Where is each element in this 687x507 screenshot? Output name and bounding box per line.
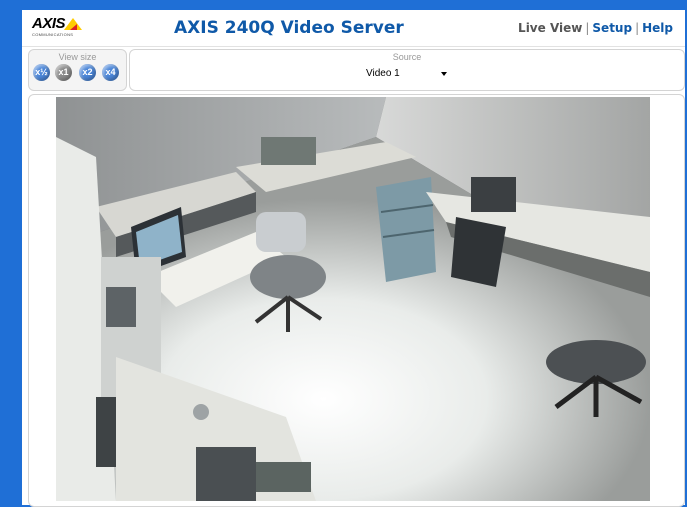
nav-separator: | — [585, 21, 590, 35]
view-size-panel: View size x½ x1 x2 x4 — [28, 49, 127, 91]
view-size-half-button[interactable]: x½ — [33, 64, 50, 81]
source-select-value: Video 1 — [366, 68, 400, 79]
live-video-feed[interactable] — [56, 97, 650, 501]
logo-text: AXIS — [32, 15, 66, 32]
nav-live-view[interactable]: Live View — [518, 21, 582, 35]
logo-subtext: COMMUNICATIONS — [32, 32, 74, 37]
nav-help[interactable]: Help — [642, 21, 673, 35]
view-size-x2-button[interactable]: x2 — [79, 64, 96, 81]
logo-accent-icon — [70, 24, 77, 30]
axis-logo[interactable]: AXIS COMMUNICATIONS — [32, 15, 88, 39]
view-size-x1-button[interactable]: x1 — [55, 64, 72, 81]
chevron-down-icon — [441, 72, 447, 76]
video-frame-image — [56, 97, 650, 501]
nav-setup[interactable]: Setup — [592, 21, 632, 35]
view-size-x4-button[interactable]: x4 — [102, 64, 119, 81]
source-label: Source — [392, 52, 422, 62]
header: AXIS COMMUNICATIONS AXIS 240Q Video Serv… — [22, 10, 685, 47]
top-nav: Live View | Setup | Help — [518, 21, 673, 35]
nav-separator: | — [635, 21, 640, 35]
view-size-label: View size — [58, 52, 97, 62]
page-title: AXIS 240Q Video Server — [174, 18, 404, 38]
source-panel: Source Video 1 — [129, 49, 685, 91]
source-select[interactable]: Video 1 — [366, 67, 449, 81]
